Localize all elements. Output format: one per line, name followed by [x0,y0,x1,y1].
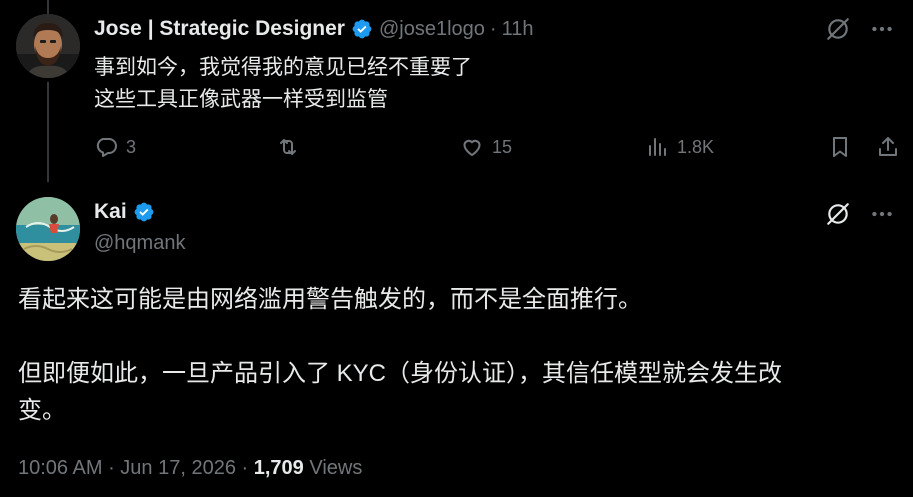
repost-icon [280,139,296,155]
main-tweet-header: Kai [94,200,155,224]
parent-tweet-text: 事到如今，我觉得我的意见已经不重要了 这些工具正像武器一样受到监管 [94,52,472,116]
parent-handle[interactable]: @jose1logo [379,18,485,41]
grok-icon[interactable] [825,16,851,42]
parent-time[interactable]: 11h [502,18,534,41]
more-options-icon[interactable] [869,201,895,227]
parent-tweet-header: Jose | Strategic Designer @jose1logo · 1… [94,16,533,42]
parent-text-line-1: 事到如今，我觉得我的意见已经不重要了 [94,56,472,79]
more-options-icon[interactable] [869,16,895,42]
kai-avatar[interactable] [16,197,80,261]
reply-count: 3 [126,136,137,157]
header-separator: · [489,17,497,40]
share-icon [879,137,897,156]
like-count: 15 [492,136,513,157]
thread-connector [47,82,49,182]
heart-icon [463,139,481,156]
reply-button[interactable]: 3 [94,131,136,163]
tweet-date[interactable]: Jun 17, 2026 [120,457,236,479]
jose-avatar[interactable] [16,14,80,78]
main-tweet-text: 看起来这可能是由网络滥用警告触发的，而不是全面推行。 但即便如此，一旦产品引入了… [18,281,898,429]
thread-line-top [47,0,49,14]
tweet-time[interactable]: 10:06 AM [18,457,103,479]
verified-badge-icon[interactable] [133,201,155,223]
parent-text-line-2: 这些工具正像武器一样受到监管 [94,88,388,111]
main-text-paragraph-2-line-2: 变。 [18,397,66,424]
tweet-metadata: 10:06 AM · Jun 17, 2026 · 1,709 Views [18,457,362,480]
grok-icon[interactable] [825,201,851,227]
reply-icon [96,138,117,157]
main-text-paragraph-1: 看起来这可能是由网络滥用警告触发的，而不是全面推行。 [18,286,642,313]
meta-separator: · [102,457,121,479]
parent-tweet[interactable]: Jose | Strategic Designer @jose1logo · 1… [0,0,913,185]
main-display-name[interactable]: Kai [94,200,127,224]
share-button[interactable] [876,131,900,163]
views-count: 1,709 [253,457,304,479]
analytics-icon [649,138,666,156]
bookmark-button[interactable] [828,131,852,163]
repost-button[interactable] [276,131,308,163]
verified-badge-icon[interactable] [351,18,373,40]
parent-top-icons [825,16,895,42]
main-tweet[interactable]: Kai @hqmank 看起来这可能是由网络滥用警告触发的，而不是全面推行。 但… [0,185,913,497]
main-text-paragraph-2-line-1: 但即便如此，一旦产品引入了 KYC（身份认证），其信任模型就会发生改 [18,360,783,387]
bookmark-icon [833,137,847,157]
parent-action-bar: 3 15 1.8K [94,131,904,163]
views-button[interactable]: 1.8K [645,131,714,163]
like-button[interactable]: 15 [460,131,512,163]
meta-separator: · [235,457,254,479]
parent-display-name[interactable]: Jose | Strategic Designer [94,17,345,41]
main-top-icons [825,201,895,227]
views-label: Views [303,457,363,479]
main-handle[interactable]: @hqmank [94,232,185,255]
views-count-parent: 1.8K [677,136,715,157]
